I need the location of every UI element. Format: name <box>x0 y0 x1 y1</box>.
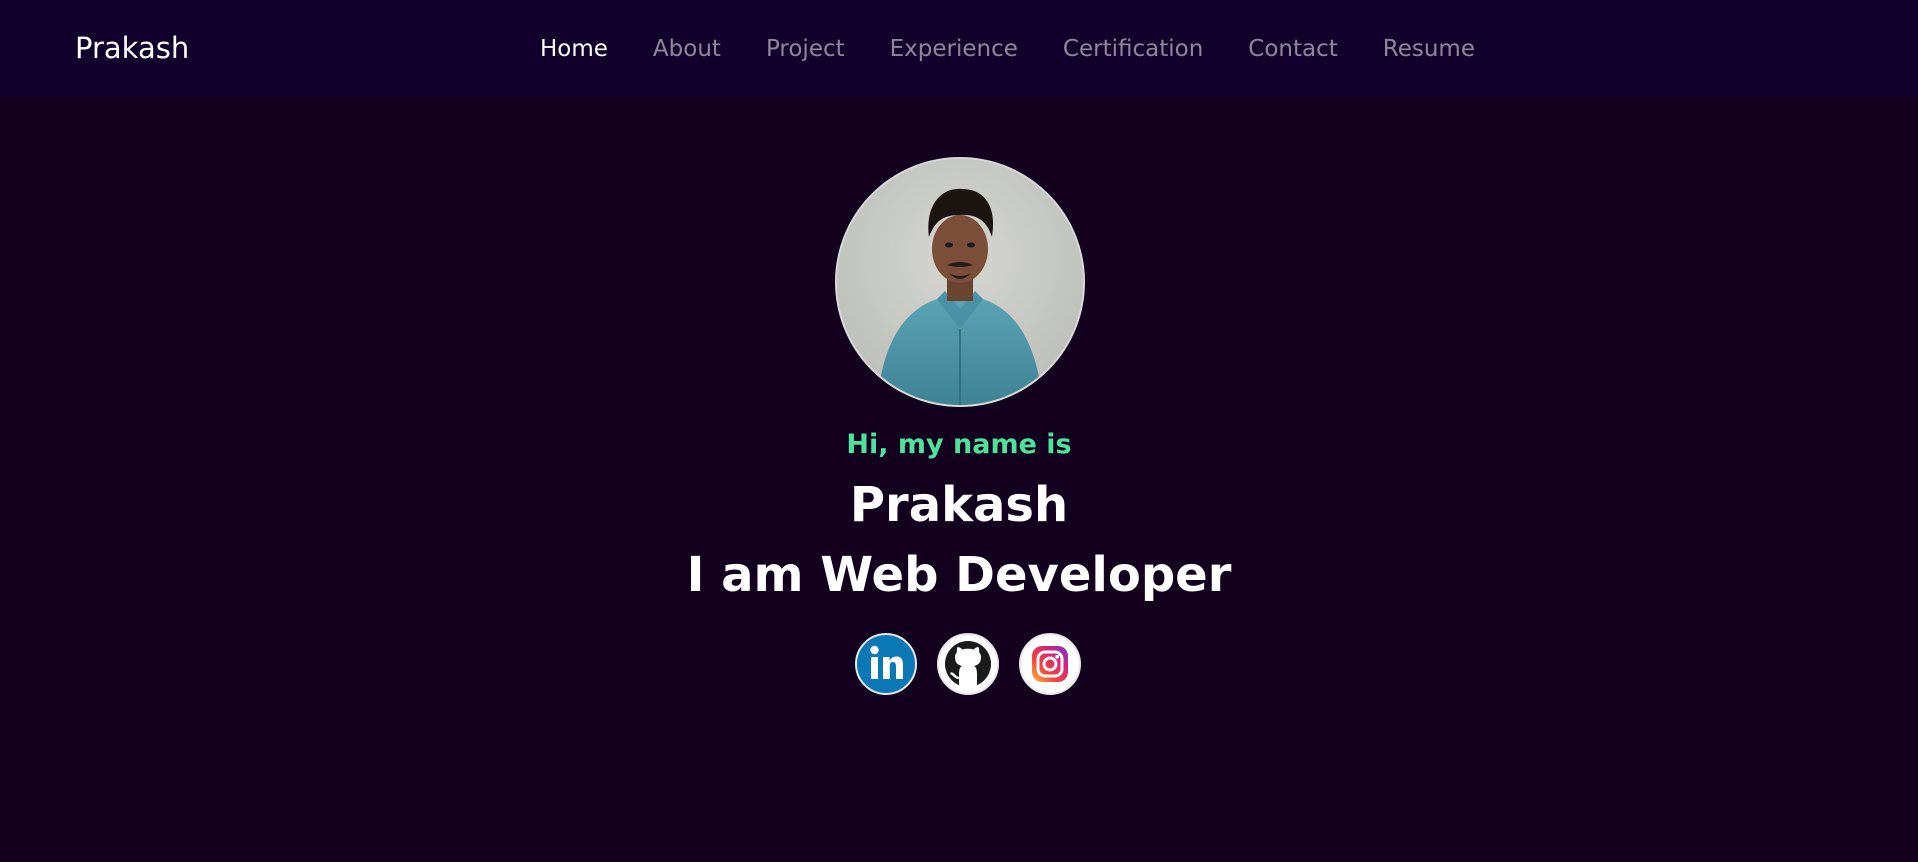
nav-link-project[interactable]: Project <box>766 36 845 62</box>
nav-item-home: Home <box>540 33 608 65</box>
nav-item-about: About <box>653 33 721 65</box>
nav-item-certification: Certification <box>1063 33 1203 65</box>
nav-item-resume: Resume <box>1383 33 1475 65</box>
github-icon <box>945 641 991 687</box>
brand-link[interactable]: Prakash <box>75 30 189 66</box>
social-links <box>855 633 1081 695</box>
hero-greeting: Hi, my name is <box>846 429 1072 460</box>
nav-item-project: Project <box>766 33 845 65</box>
nav-links: Home About Project Experience Certificat… <box>540 33 1475 65</box>
navbar: Prakash Home About Project Experience Ce… <box>0 0 1918 97</box>
linkedin-link[interactable] <box>855 633 917 695</box>
nav-link-about[interactable]: About <box>653 36 721 62</box>
nav-item-contact: Contact <box>1248 33 1337 65</box>
nav-link-experience[interactable]: Experience <box>890 36 1018 62</box>
linkedin-icon <box>870 645 903 679</box>
instagram-icon <box>1032 646 1068 682</box>
nav-link-contact[interactable]: Contact <box>1248 36 1337 62</box>
nav-item-experience: Experience <box>890 33 1018 65</box>
profile-avatar <box>835 157 1085 407</box>
nav-link-certification[interactable]: Certification <box>1063 36 1203 62</box>
github-link[interactable] <box>937 633 999 695</box>
nav-link-home[interactable]: Home <box>540 36 608 62</box>
hero-role: I am Web Developer <box>686 547 1232 603</box>
profile-photo <box>837 159 1083 405</box>
nav-link-resume[interactable]: Resume <box>1383 36 1475 62</box>
instagram-link[interactable] <box>1019 633 1081 695</box>
hero-name: Prakash <box>849 477 1069 533</box>
hero-section: Hi, my name is Prakash I am Web Develope… <box>0 97 1918 862</box>
